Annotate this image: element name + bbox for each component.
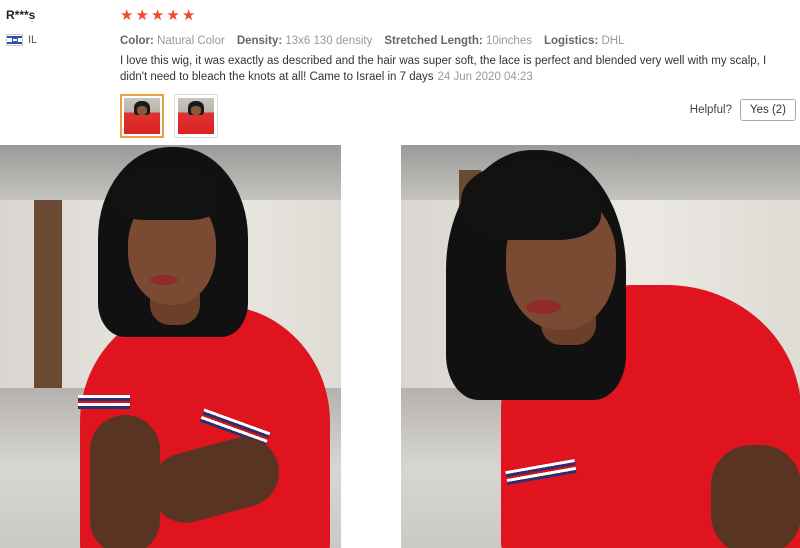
review-date: 24 Jun 2020 04:23 xyxy=(437,71,533,83)
star-icon: ★ xyxy=(166,7,180,24)
star-icon: ★ xyxy=(135,7,149,24)
review-body: ★ ★ ★ ★ ★ Color: Natural Color Density: … xyxy=(120,8,790,85)
star-icon: ★ xyxy=(150,7,165,24)
helpful-label: Helpful? xyxy=(689,104,732,116)
star-rating: ★ ★ ★ ★ ★ xyxy=(120,8,790,24)
reviewer-name: R***s xyxy=(6,8,36,22)
review-photo-2[interactable] xyxy=(401,145,800,548)
reviewer-country: IL xyxy=(6,34,37,46)
israel-flag-icon xyxy=(6,34,23,46)
attribute-density: Density: 13x6 130 density xyxy=(236,35,373,47)
review-thumbnail-1[interactable] xyxy=(120,94,164,138)
review-attributes: Color: Natural Color Density: 13x6 130 d… xyxy=(120,35,790,47)
attribute-color: Color: Natural Color xyxy=(120,35,225,47)
review-photo-1[interactable] xyxy=(0,145,341,548)
helpful-yes-button[interactable]: Yes (2) xyxy=(739,99,796,121)
country-code: IL xyxy=(28,34,38,46)
review-thumbnail-2[interactable] xyxy=(174,94,218,138)
review-text: I love this wig, it was exactly as descr… xyxy=(120,55,767,83)
helpful-section: Helpful? Yes (2) xyxy=(690,99,796,121)
review-thumbnails xyxy=(120,94,218,138)
star-icon: ★ xyxy=(120,7,134,24)
attribute-length: Stretched Length: 10inches xyxy=(384,35,532,47)
reviewer-info: R***s IL xyxy=(6,8,37,46)
star-icon: ★ xyxy=(181,7,196,24)
attribute-logistics: Logistics: DHL xyxy=(543,35,625,47)
